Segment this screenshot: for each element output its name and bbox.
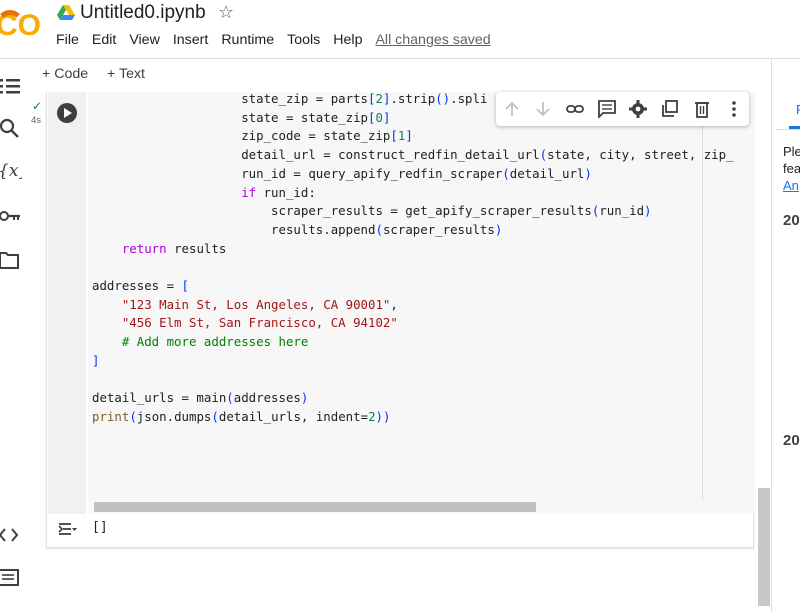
add-code-button[interactable]: + Code bbox=[42, 66, 88, 82]
cell-gutter bbox=[48, 92, 86, 514]
right-panel-divider bbox=[776, 129, 800, 130]
search-icon[interactable] bbox=[0, 117, 22, 139]
menu-file[interactable]: File bbox=[56, 32, 79, 52]
code-line: addresses = [ bbox=[92, 278, 189, 294]
menu-runtime[interactable]: Runtime bbox=[221, 32, 274, 52]
cell-toolbar bbox=[496, 92, 749, 126]
right-panel-heading: 20 bbox=[783, 432, 800, 449]
notebook-title[interactable]: Untitled0.ipynb bbox=[80, 2, 206, 24]
right-panel-text: Ple bbox=[783, 144, 800, 159]
code-line: return results bbox=[121, 240, 227, 256]
terminal-icon[interactable] bbox=[0, 567, 22, 589]
key-icon[interactable] bbox=[0, 205, 22, 227]
svg-text:{x}: {x} bbox=[0, 161, 22, 181]
code-line: ] bbox=[92, 352, 100, 368]
link-icon[interactable] bbox=[566, 100, 584, 118]
move-up-icon[interactable] bbox=[503, 100, 521, 118]
right-panel-text: fea bbox=[783, 161, 800, 176]
header-divider bbox=[0, 58, 800, 59]
menu-view[interactable]: View bbox=[129, 32, 160, 52]
mirror-cell-icon[interactable] bbox=[661, 100, 679, 118]
add-text-button[interactable]: + Text bbox=[107, 66, 145, 82]
folder-icon[interactable] bbox=[0, 249, 22, 271]
code-text: state_zip = parts[2].strip().spli state … bbox=[92, 90, 734, 427]
code-line: "456 Elm St, San Francisco, CA 94102" bbox=[121, 315, 398, 331]
cell-output: [] bbox=[92, 520, 108, 535]
execution-time: 4s bbox=[31, 115, 42, 126]
code-line: detail_urls = main(addresses) bbox=[92, 390, 309, 406]
delete-icon[interactable] bbox=[693, 100, 711, 118]
left-sidebar: {x} bbox=[0, 59, 26, 612]
menu-help[interactable]: Help bbox=[333, 32, 362, 52]
save-status-link[interactable]: All changes saved bbox=[375, 32, 490, 52]
right-panel-heading: 20 bbox=[783, 212, 800, 229]
execution-success-icon: ✓ bbox=[32, 99, 43, 113]
settings-icon[interactable] bbox=[629, 100, 647, 118]
panel-divider bbox=[771, 59, 772, 612]
menu-tools[interactable]: Tools bbox=[287, 32, 320, 52]
menu-edit[interactable]: Edit bbox=[92, 32, 116, 52]
table-of-contents-icon[interactable] bbox=[0, 75, 22, 97]
google-drive-icon[interactable] bbox=[57, 5, 75, 21]
more-options-icon[interactable] bbox=[725, 100, 743, 118]
code-line: run_id = query_apify_redfin_scraper(deta… bbox=[92, 165, 592, 181]
code-line: results.append(scraper_results) bbox=[92, 221, 503, 237]
right-panel-tab[interactable]: F bbox=[796, 102, 800, 117]
colab-logo[interactable]: CO bbox=[0, 6, 44, 42]
code-line: zip_code = state_zip[1] bbox=[92, 128, 413, 144]
menu-insert[interactable]: Insert bbox=[173, 32, 208, 52]
code-line: if run_id: bbox=[241, 184, 316, 200]
menu-bar: File Edit View Insert Runtime Tools Help… bbox=[56, 32, 504, 52]
run-cell-button[interactable] bbox=[57, 103, 77, 123]
code-snippets-icon[interactable] bbox=[0, 524, 22, 546]
code-line: scraper_results = get_apify_scraper_resu… bbox=[92, 203, 652, 219]
code-line: print(json.dumps(detail_urls, indent=2)) bbox=[92, 408, 391, 424]
notebook-scrollbar[interactable] bbox=[758, 488, 770, 606]
output-actions-icon[interactable] bbox=[57, 520, 77, 538]
star-icon[interactable]: ☆ bbox=[218, 2, 234, 23]
variables-icon[interactable]: {x} bbox=[0, 159, 22, 181]
right-panel-link[interactable]: An bbox=[783, 178, 799, 193]
comment-icon[interactable] bbox=[598, 100, 616, 118]
code-line: "123 Main St, Los Angeles, CA 90001", bbox=[121, 296, 398, 312]
code-line: # Add more addresses here bbox=[121, 334, 309, 350]
move-down-icon[interactable] bbox=[534, 100, 552, 118]
horizontal-scrollbar-thumb[interactable] bbox=[94, 502, 536, 512]
code-line: detail_url = construct_redfin_detail_url… bbox=[92, 147, 734, 163]
